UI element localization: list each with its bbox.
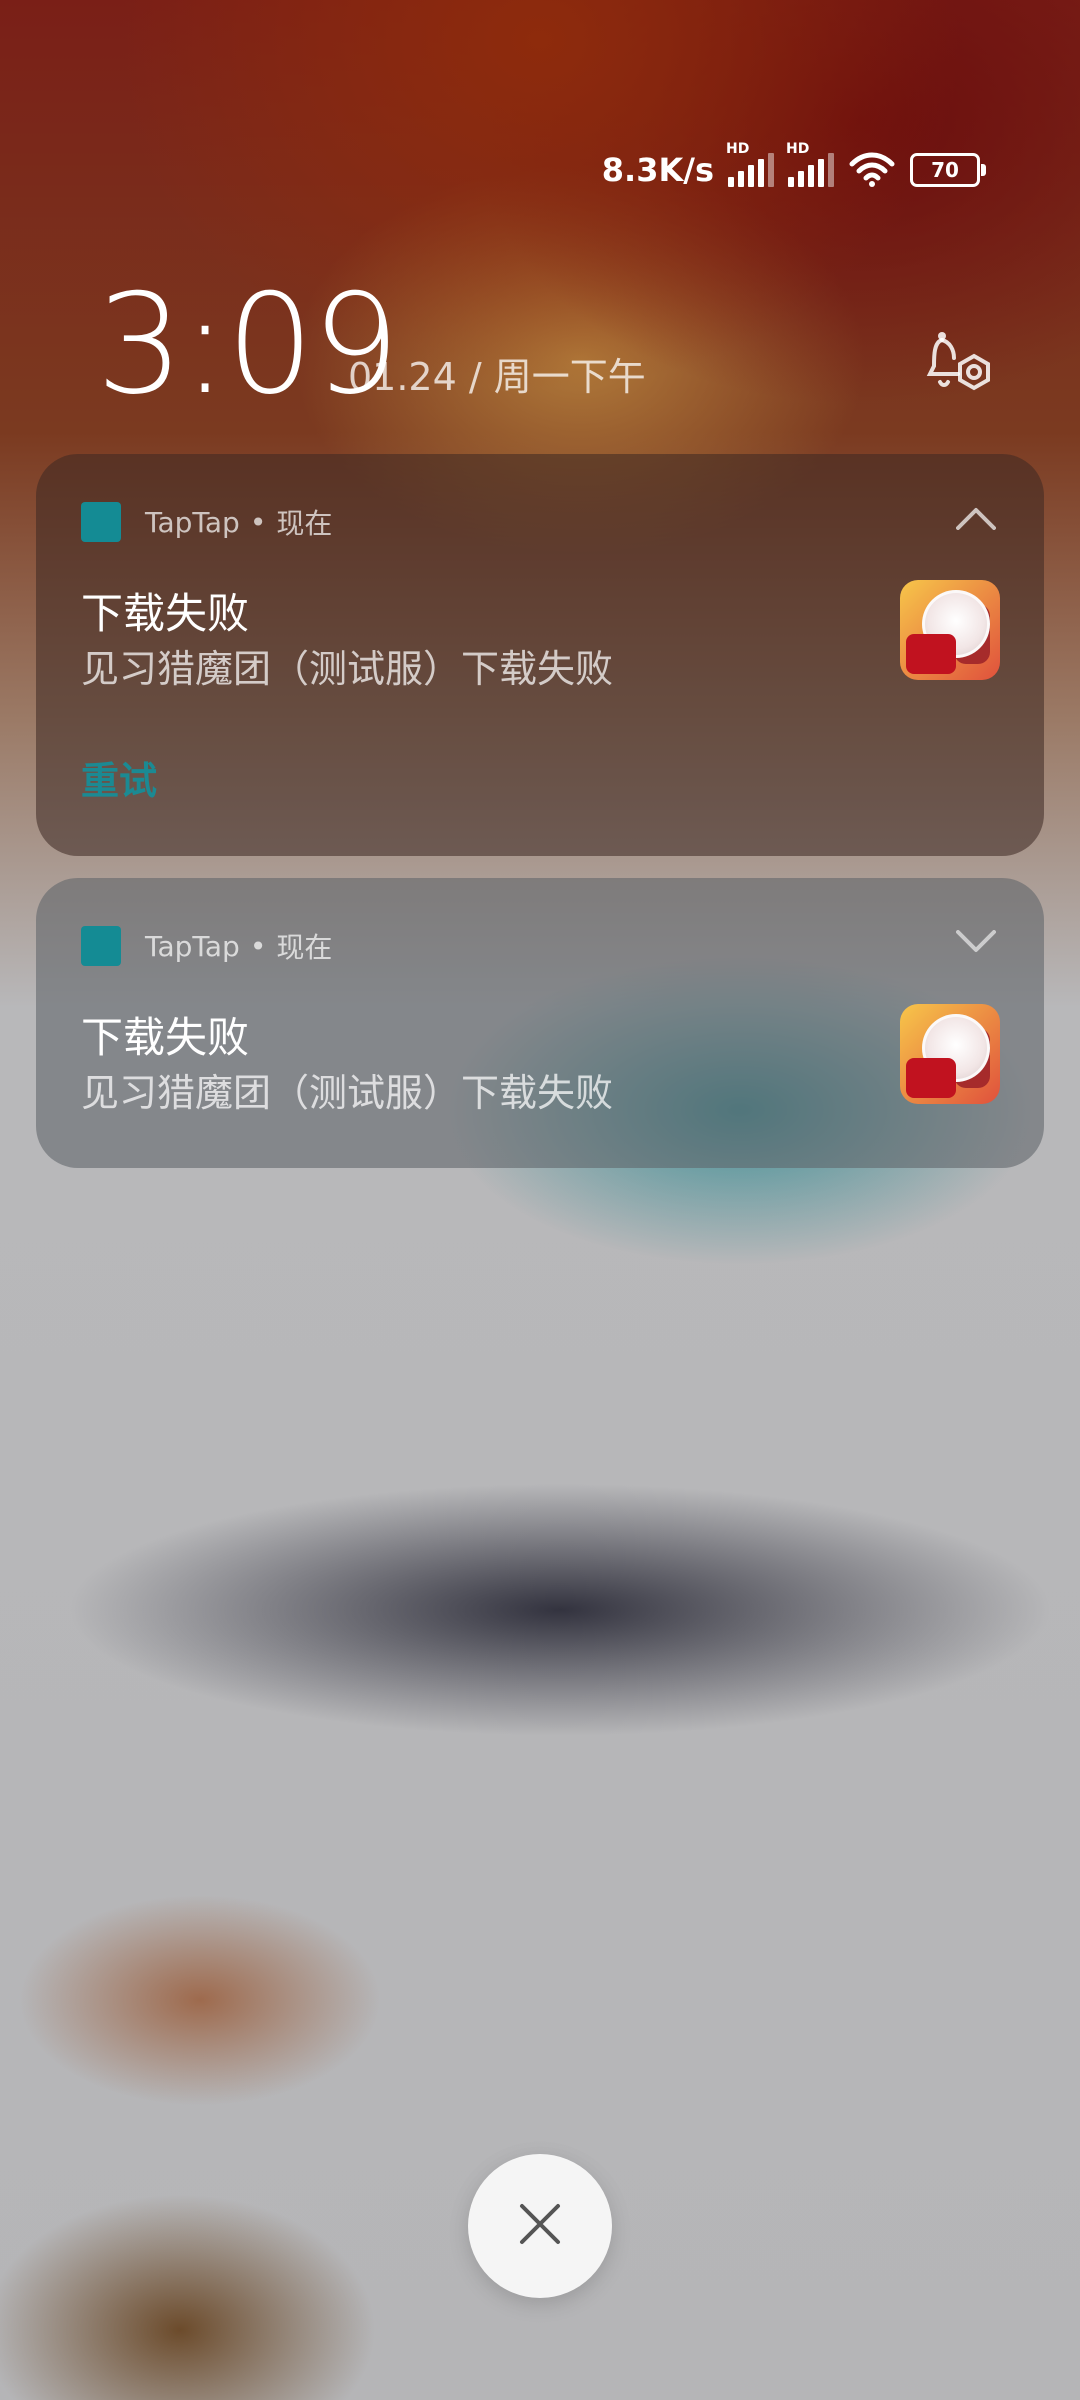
time-label: 现在	[276, 931, 333, 964]
bell-settings-icon[interactable]	[924, 330, 998, 400]
notification-header: TapTap • 现在	[81, 502, 332, 542]
notification-text: 见习猎魔团（测试服）下载失败	[81, 647, 614, 691]
clock-date: 01.24 / 周一下午	[348, 355, 646, 399]
taptap-app-icon	[81, 502, 121, 542]
retry-button[interactable]: 重试	[81, 750, 157, 805]
app-name: TapTap	[145, 929, 240, 963]
signal-icon: HD	[726, 141, 774, 187]
notification-title: 下载失败	[81, 589, 250, 638]
network-speed: 8.3K/s	[601, 151, 714, 189]
separator-dot: •	[249, 505, 267, 539]
notification-card[interactable]: TapTap • 现在 下载失败 见习猎魔团（测试服）下载失败 重试	[36, 454, 1044, 856]
battery-icon: 70	[910, 153, 986, 187]
game-thumbnail	[900, 580, 1000, 680]
battery-level: 70	[931, 158, 959, 182]
signal-icon-2: HD	[786, 141, 834, 187]
lockscreen-clock: 3:09 01.24 / 周一下午	[96, 270, 990, 420]
time-label: 现在	[276, 507, 333, 540]
chevron-up-icon[interactable]	[956, 506, 996, 530]
taptap-app-icon	[81, 926, 121, 966]
hd-label-2: HD	[786, 141, 810, 157]
app-name: TapTap	[145, 505, 240, 539]
game-thumbnail	[900, 1004, 1000, 1104]
notification-title: 下载失败	[81, 1013, 250, 1062]
notification-card[interactable]: TapTap • 现在 下载失败 见习猎魔团（测试服）下载失败	[36, 878, 1044, 1168]
status-bar: 8.3K/s HD HD 70	[601, 141, 986, 192]
wifi-icon	[848, 152, 896, 188]
chevron-down-icon[interactable]	[956, 930, 996, 954]
clear-notifications-button[interactable]	[468, 2154, 612, 2298]
close-icon	[518, 2202, 562, 2250]
hd-label: HD	[726, 141, 750, 157]
notification-text: 见习猎魔团（测试服）下载失败	[81, 1071, 614, 1115]
separator-dot: •	[249, 929, 267, 963]
notification-header: TapTap • 现在	[81, 926, 332, 966]
